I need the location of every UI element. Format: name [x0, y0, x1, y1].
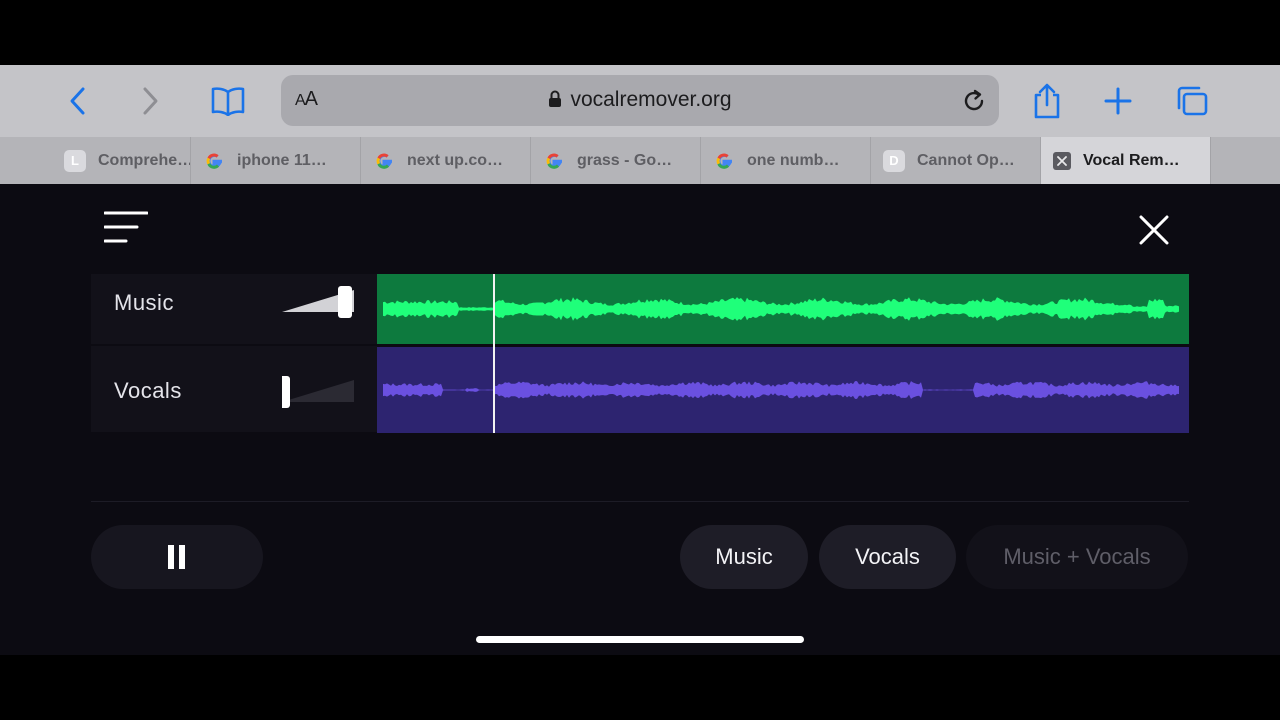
vocals-mode-button[interactable]: Vocals: [819, 525, 956, 589]
vocals-track-row: Vocals: [91, 346, 377, 432]
lock-icon: [549, 90, 562, 107]
share-button[interactable]: [1027, 83, 1067, 119]
playhead[interactable]: [493, 274, 496, 433]
tab-strip: L Comprehe… iphone 11… next up.co… grass…: [0, 137, 1280, 184]
tab-2[interactable]: iphone 11…: [191, 137, 361, 184]
google-icon: [203, 150, 225, 172]
vocals-volume-slider[interactable]: [276, 376, 354, 408]
tab-label: one numb…: [747, 151, 840, 169]
tabs-icon: [1177, 86, 1208, 116]
close-icon: [1139, 215, 1169, 245]
google-icon: [373, 150, 395, 172]
music-mode-button[interactable]: Music: [680, 525, 808, 589]
browser-screen: AA vocalremover.org L Comprehe… iphone 1…: [0, 65, 1280, 655]
tab-5[interactable]: one numb…: [701, 137, 871, 184]
back-button[interactable]: [58, 83, 98, 119]
music-waveform[interactable]: [377, 274, 1189, 344]
plus-icon: [1104, 87, 1132, 115]
close-button[interactable]: [1138, 214, 1170, 246]
tab-1[interactable]: L Comprehe…: [0, 137, 191, 184]
address-bar[interactable]: AA vocalremover.org: [281, 75, 999, 126]
chevron-left-icon: [70, 87, 85, 115]
share-icon: [1034, 83, 1060, 119]
tab-label: Cannot Op…: [917, 151, 1015, 169]
tab-label: next up.co…: [407, 151, 504, 169]
vocals-volume-knob: [276, 376, 290, 408]
close-tab-icon[interactable]: [1053, 151, 1071, 170]
tab-label: Comprehe…: [98, 151, 190, 169]
vocals-track-label: Vocals: [114, 378, 182, 403]
url-text: vocalremover.org: [570, 88, 732, 111]
tab-label: Vocal Rem…: [1083, 151, 1180, 169]
music-track-row: Music: [91, 274, 377, 346]
music-volume-knob: [338, 286, 352, 318]
tab-6[interactable]: D Cannot Op…: [871, 137, 1041, 184]
google-icon: [543, 150, 565, 172]
forward-button[interactable]: [130, 83, 170, 119]
url-display[interactable]: vocalremover.org: [281, 88, 999, 112]
menu-icon: [103, 211, 149, 243]
book-icon: [211, 87, 245, 116]
tab-label: grass - Go…: [577, 151, 673, 169]
music-vocals-mode-button[interactable]: Music + Vocals: [966, 525, 1188, 589]
divider: [91, 501, 1189, 502]
tab-7-active[interactable]: Vocal Rem…: [1041, 137, 1211, 184]
browser-toolbar: AA vocalremover.org: [0, 65, 1280, 137]
chevron-right-icon: [143, 87, 158, 115]
bookmarks-button[interactable]: [208, 83, 248, 119]
tab-3[interactable]: next up.co…: [361, 137, 531, 184]
tab-4[interactable]: grass - Go…: [531, 137, 701, 184]
tabs-overview-button[interactable]: [1172, 83, 1212, 119]
home-indicator[interactable]: [476, 636, 804, 643]
google-icon: [713, 150, 735, 172]
track-controls: Music Vocals: [91, 274, 377, 432]
music-volume-slider[interactable]: [282, 286, 354, 318]
music-track-label: Music: [114, 290, 174, 315]
reload-button[interactable]: [961, 88, 987, 119]
letter-favicon: D: [883, 149, 905, 172]
new-tab-button[interactable]: [1098, 83, 1138, 119]
letter-favicon: L: [64, 149, 86, 172]
tab-label: iphone 11…: [237, 151, 327, 169]
reload-icon: [964, 89, 984, 111]
menu-button[interactable]: [103, 211, 149, 245]
pause-button[interactable]: [91, 525, 263, 589]
pause-icon: [168, 545, 185, 569]
vocals-waveform[interactable]: [377, 347, 1189, 433]
